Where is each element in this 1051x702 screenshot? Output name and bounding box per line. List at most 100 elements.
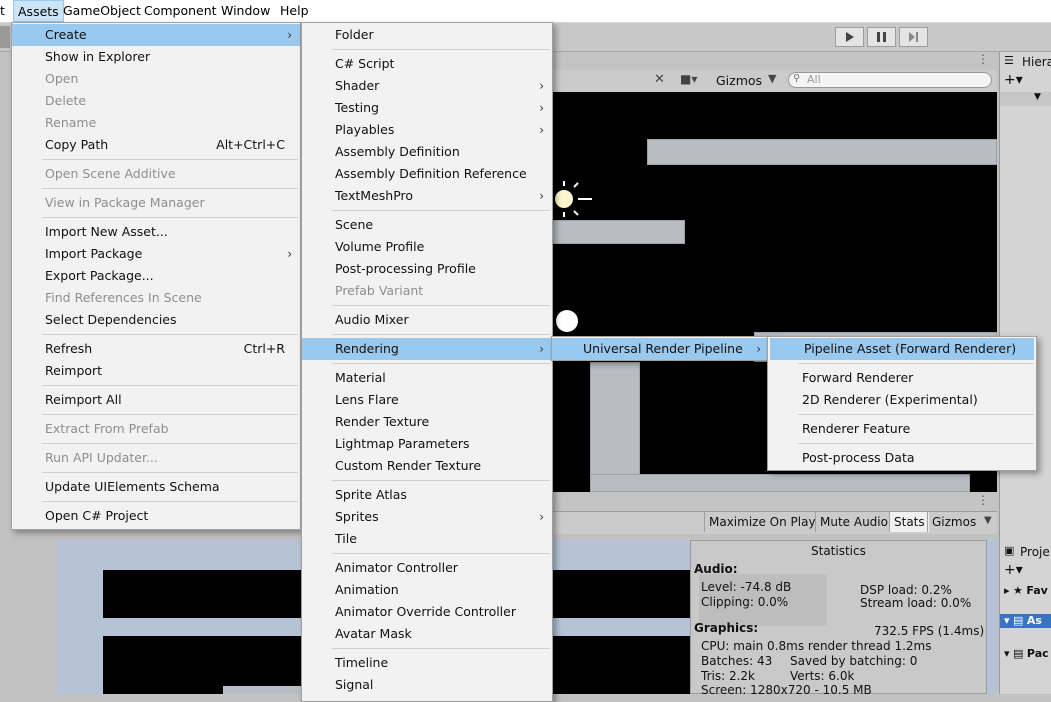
menu-item-extract-from-prefab[interactable]: Extract From Prefab <box>12 418 300 440</box>
menu-item-label: Lightmap Parameters <box>335 436 470 451</box>
menu-item-scene[interactable]: Scene <box>302 214 552 236</box>
gizmos-dropdown[interactable]: Gizmos <box>716 73 762 88</box>
menu-item-import-package[interactable]: Import Package › <box>12 243 300 265</box>
menu-item-refresh[interactable]: Refresh Ctrl+R <box>12 338 300 360</box>
menu-item-animator-override-controller[interactable]: Animator Override Controller <box>302 601 552 623</box>
menu-item-label: Pipeline Asset (Forward Renderer) <box>804 341 1017 356</box>
menu-item-open-c-project[interactable]: Open C# Project <box>12 505 300 527</box>
menu-item-tile[interactable]: Tile <box>302 528 552 550</box>
menu-item-rendering[interactable]: Rendering › <box>302 338 552 360</box>
menubar-item-assets[interactable]: Assets <box>13 0 64 22</box>
chevron-down-icon[interactable]: ▼ <box>768 72 776 85</box>
assets-folder-row[interactable]: ▾ ▤ As <box>1000 614 1051 628</box>
menu-item-label: Shader <box>335 78 380 93</box>
menu-item-renderer-feature[interactable]: Renderer Feature <box>768 418 1036 440</box>
menu-item-open[interactable]: Open <box>12 68 300 90</box>
menu-item-reimport-all[interactable]: Reimport All <box>12 389 300 411</box>
menu-item-folder[interactable]: Folder <box>302 24 552 46</box>
hierarchy-title[interactable]: Hiera <box>1022 55 1051 69</box>
menu-item-testing[interactable]: Testing › <box>302 97 552 119</box>
menubar-item-gameobject[interactable]: GameObject <box>63 0 141 22</box>
menu-item-assembly-definition[interactable]: Assembly Definition <box>302 141 552 163</box>
menu-item-view-in-package-manager[interactable]: View in Package Manager <box>12 192 300 214</box>
chevron-down-icon[interactable]: ▼ <box>984 515 992 526</box>
menu-item-timeline[interactable]: Timeline <box>302 652 552 674</box>
menu-item-post-processing-profile[interactable]: Post-processing Profile <box>302 258 552 280</box>
menu-item-sprites[interactable]: Sprites › <box>302 506 552 528</box>
expand-arrow-icon[interactable]: ▼ <box>1034 92 1041 102</box>
menu-item-copy-path[interactable]: Copy Path Alt+Ctrl+C <box>12 134 300 156</box>
menu-item-find-references-in-scene[interactable]: Find References In Scene <box>12 287 300 309</box>
menu-item-audio-mixer[interactable]: Audio Mixer <box>302 309 552 331</box>
menu-item-render-texture[interactable]: Render Texture <box>302 411 552 433</box>
menu-item-select-dependencies[interactable]: Select Dependencies <box>12 309 300 331</box>
kebab-menu-icon[interactable]: ⋮ <box>977 493 989 507</box>
pause-icon <box>877 32 886 42</box>
menu-item-prefab-variant[interactable]: Prefab Variant <box>302 280 552 302</box>
menu-item-textmeshpro[interactable]: TextMeshPro › <box>302 185 552 207</box>
menu-item-create[interactable]: Create › <box>12 24 300 46</box>
move-tool-icon[interactable] <box>0 26 10 48</box>
menu-item-label: Post-processing Profile <box>335 261 476 276</box>
menu-item-avatar-mask[interactable]: Avatar Mask <box>302 623 552 645</box>
chevron-right-icon: › <box>756 342 761 356</box>
menu-item-run-api-updater[interactable]: Run API Updater... <box>12 447 300 469</box>
platform <box>552 220 685 244</box>
menu-item-delete[interactable]: Delete <box>12 90 300 112</box>
add-icon[interactable]: +▾ <box>1004 72 1023 88</box>
menubar-item-help[interactable]: Help <box>280 0 309 22</box>
menu-item-reimport[interactable]: Reimport <box>12 360 300 382</box>
menu-item-lightmap-parameters[interactable]: Lightmap Parameters <box>302 433 552 455</box>
menu-item-volume-profile[interactable]: Volume Profile <box>302 236 552 258</box>
menu-item-label: Signal <box>335 677 374 692</box>
tools-icon[interactable]: ✕ <box>654 72 665 87</box>
menu-item-assembly-definition-reference[interactable]: Assembly Definition Reference <box>302 163 552 185</box>
menu-item-label: Show in Explorer <box>45 49 151 64</box>
favorites-row[interactable]: ▸ ★ Fav <box>1004 584 1048 597</box>
menu-item-playables[interactable]: Playables › <box>302 119 552 141</box>
menu-item-open-scene-additive[interactable]: Open Scene Additive <box>12 163 300 185</box>
scene-search-input[interactable]: ⚲ All <box>788 72 992 88</box>
menu-item-rename[interactable]: Rename <box>12 112 300 134</box>
menu-item-import-new-asset[interactable]: Import New Asset... <box>12 221 300 243</box>
menu-item-universal-render-pipeline[interactable]: Universal Render Pipeline › <box>552 338 769 360</box>
menu-item-2d-renderer-experimental[interactable]: 2D Renderer (Experimental) <box>768 389 1036 411</box>
menu-item-material[interactable]: Material <box>302 367 552 389</box>
menu-separator <box>798 363 1034 364</box>
mute-audio-toggle[interactable]: Mute Audio <box>815 512 892 532</box>
menu-item-pipeline-asset-forward-renderer[interactable]: Pipeline Asset (Forward Renderer) <box>770 338 1034 360</box>
menu-item-post-process-data[interactable]: Post-process Data <box>768 447 1036 469</box>
stats-toggle[interactable]: Stats <box>889 512 929 532</box>
menu-item-shader[interactable]: Shader › <box>302 75 552 97</box>
menubar-item-truncated[interactable]: t <box>0 0 6 22</box>
menu-item-lens-flare[interactable]: Lens Flare <box>302 389 552 411</box>
menubar-item-window[interactable]: Window <box>221 0 270 22</box>
kebab-menu-icon[interactable]: ⋮ <box>977 52 989 66</box>
menu-separator <box>42 217 298 218</box>
menu-item-label: Select Dependencies <box>45 312 177 327</box>
step-button[interactable] <box>899 27 928 47</box>
game-gizmos-dropdown[interactable]: Gizmos <box>927 512 980 532</box>
chevron-right-icon: › <box>287 247 292 261</box>
menu-item-sprite-atlas[interactable]: Sprite Atlas <box>302 484 552 506</box>
menu-item-signal[interactable]: Signal <box>302 674 552 696</box>
hierarchy-scene-row[interactable]: ▼ <box>1000 92 1051 106</box>
packages-row[interactable]: ▾ ▤ Pac <box>1004 647 1049 660</box>
pause-button[interactable] <box>867 27 896 47</box>
menu-item-export-package[interactable]: Export Package... <box>12 265 300 287</box>
menu-item-custom-render-texture[interactable]: Custom Render Texture <box>302 455 552 477</box>
maximize-on-play-toggle[interactable]: Maximize On Play <box>704 512 820 532</box>
menu-item-update-uielements-schema[interactable]: Update UIElements Schema <box>12 476 300 498</box>
add-icon[interactable]: +▾ <box>1004 562 1023 578</box>
menu-item-show-in-explorer[interactable]: Show in Explorer <box>12 46 300 68</box>
menu-item-animation[interactable]: Animation <box>302 579 552 601</box>
step-icon <box>909 32 918 42</box>
play-button[interactable] <box>835 27 864 47</box>
menu-item-forward-renderer[interactable]: Forward Renderer <box>768 367 1036 389</box>
menu-item-c-script[interactable]: C# Script <box>302 53 552 75</box>
camera-icon[interactable]: ■▾ <box>680 72 697 86</box>
menubar-item-component[interactable]: Component <box>144 0 217 22</box>
menu-item-animator-controller[interactable]: Animator Controller <box>302 557 552 579</box>
project-title[interactable]: Proje <box>1020 545 1050 559</box>
menu-item-label: Open <box>45 71 79 86</box>
